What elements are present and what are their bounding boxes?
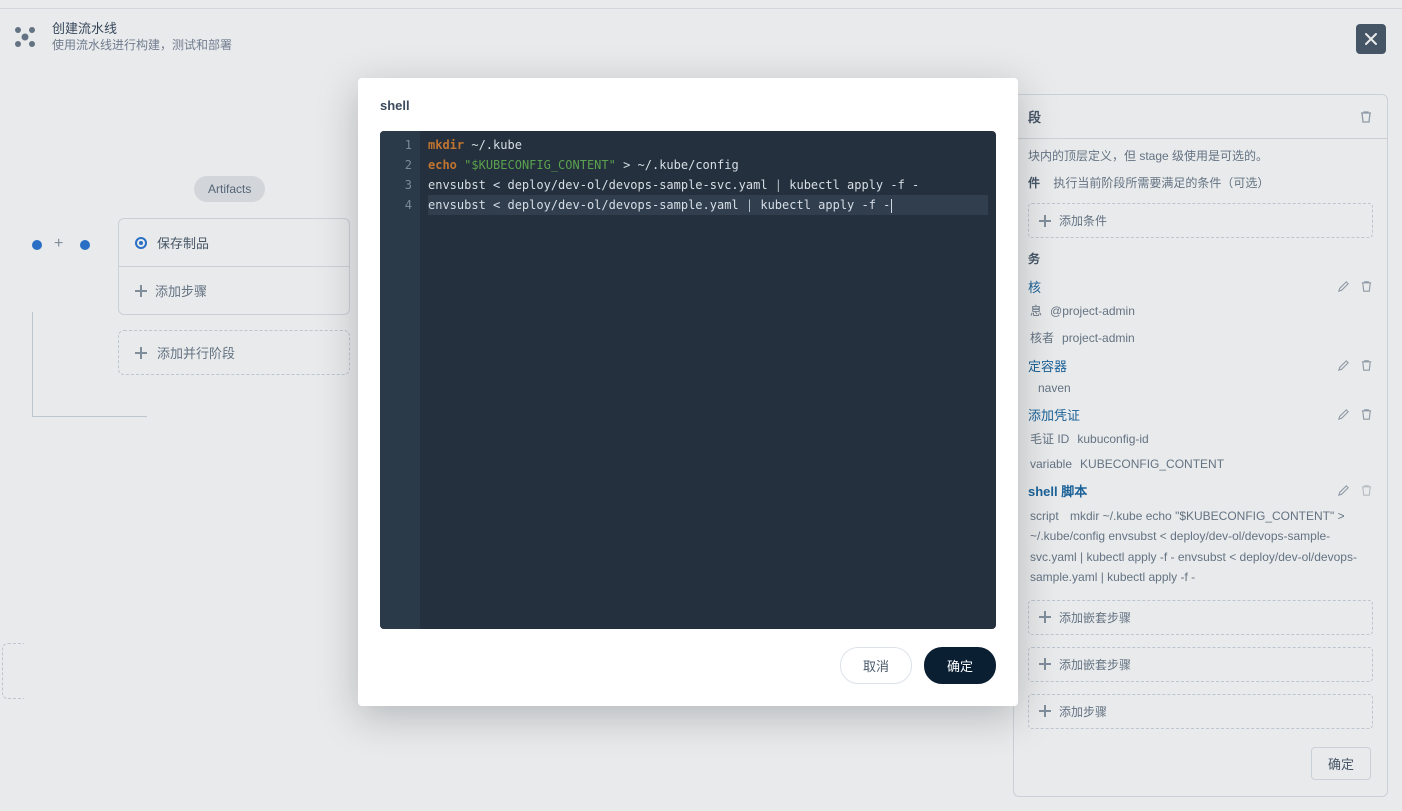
editor-content[interactable]: mkdir ~/.kube echo "$KUBECONFIG_CONTENT"… [420, 131, 996, 629]
cancel-button[interactable]: 取消 [840, 647, 912, 684]
shell-editor-modal: shell 1234 mkdir ~/.kube echo "$KUBECONF… [358, 78, 1018, 706]
cursor [891, 199, 892, 213]
modal-title: shell [358, 78, 1018, 125]
code-editor[interactable]: 1234 mkdir ~/.kube echo "$KUBECONFIG_CON… [380, 131, 996, 629]
confirm-button[interactable]: 确定 [924, 647, 996, 684]
editor-gutter: 1234 [380, 131, 420, 629]
modal-footer: 取消 确定 [358, 629, 1018, 706]
